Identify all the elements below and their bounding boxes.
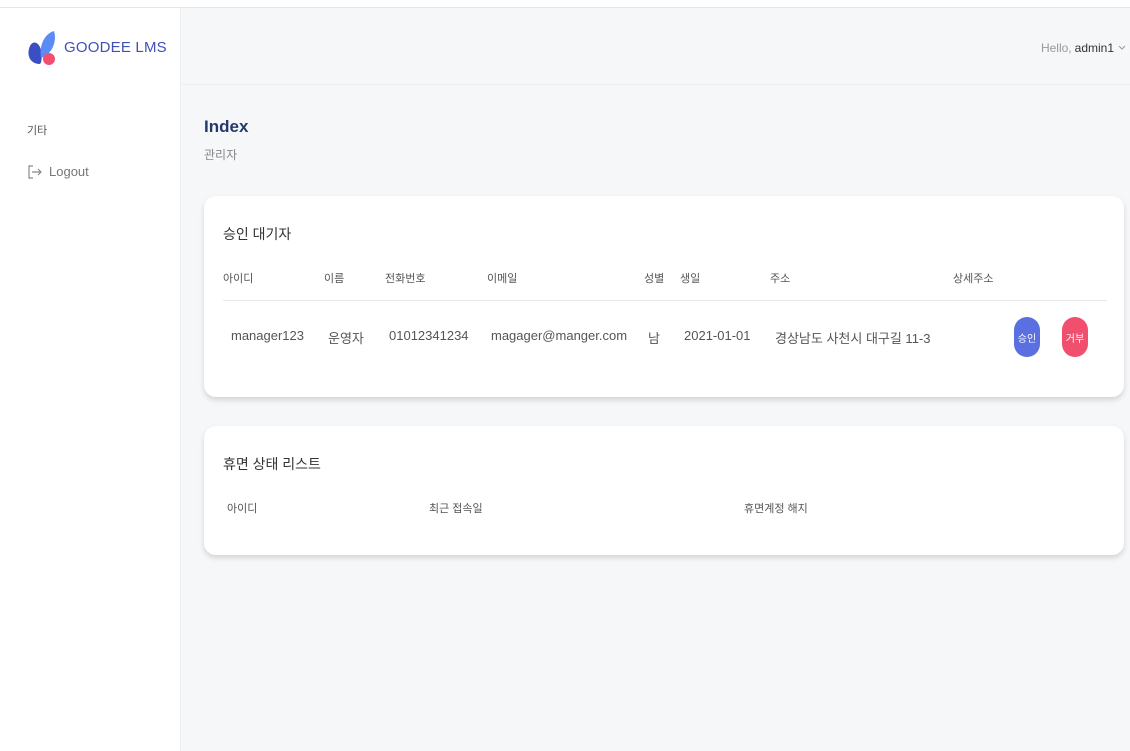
- column-header: 아이디: [223, 273, 254, 285]
- top-border: [0, 0, 1130, 8]
- top-header: Hello, admin1: [182, 8, 1130, 85]
- cell-birthday: 2021-01-01: [684, 328, 751, 343]
- sidebar-item-logout[interactable]: Logout: [27, 164, 89, 179]
- cell-id: manager123: [231, 328, 304, 343]
- dormant-list-card: 휴면 상태 리스트 아이디 최근 접속일 휴면계정 해지: [204, 426, 1124, 555]
- user-menu[interactable]: Hello, admin1: [1041, 41, 1126, 55]
- table-divider: [223, 300, 1107, 301]
- brand-name: GOODEE LMS: [64, 38, 167, 56]
- approve-button[interactable]: 승인: [1014, 317, 1040, 357]
- card-title: 휴면 상태 리스트: [223, 456, 321, 472]
- cell-name: 운영자: [328, 331, 364, 346]
- username: admin1: [1074, 41, 1114, 55]
- column-header: 생일: [680, 273, 701, 285]
- sidebar: GOODEE LMS 기타 Logout: [0, 8, 181, 751]
- column-header: 아이디: [227, 503, 258, 515]
- column-header: 이메일: [487, 273, 518, 285]
- column-header: 이름: [324, 273, 345, 285]
- cell-address: 경상남도 사천시 대구길 11-3: [775, 331, 931, 346]
- column-header: 최근 접속일: [429, 503, 483, 515]
- cell-gender: 남: [648, 331, 660, 346]
- brand-logo[interactable]: GOODEE LMS: [26, 28, 167, 66]
- column-header: 성별: [644, 273, 665, 285]
- column-header: 상세주소: [953, 273, 994, 285]
- pending-approval-card: 승인 대기자 아이디 이름 전화번호 이메일 성별 생일 주소 상세주소 man…: [204, 196, 1124, 397]
- column-header: 휴면계정 해지: [744, 503, 808, 515]
- cell-email: magager@manger.com: [491, 328, 628, 343]
- cell-phone: 01012341234: [389, 328, 469, 343]
- logo-icon: [28, 31, 55, 65]
- chevron-down-icon: [1118, 45, 1126, 50]
- page-subtitle: 관리자: [204, 148, 238, 162]
- sidebar-section-label: 기타: [27, 125, 48, 137]
- logout-icon: [28, 164, 42, 179]
- sidebar-item-label: Logout: [49, 164, 89, 179]
- page-title: Index: [204, 117, 249, 136]
- column-header: 전화번호: [385, 273, 426, 285]
- column-header: 주소: [770, 273, 791, 285]
- greeting-text: Hello,: [1040, 41, 1072, 55]
- reject-button[interactable]: 거부: [1062, 317, 1088, 357]
- card-title: 승인 대기자: [223, 226, 292, 242]
